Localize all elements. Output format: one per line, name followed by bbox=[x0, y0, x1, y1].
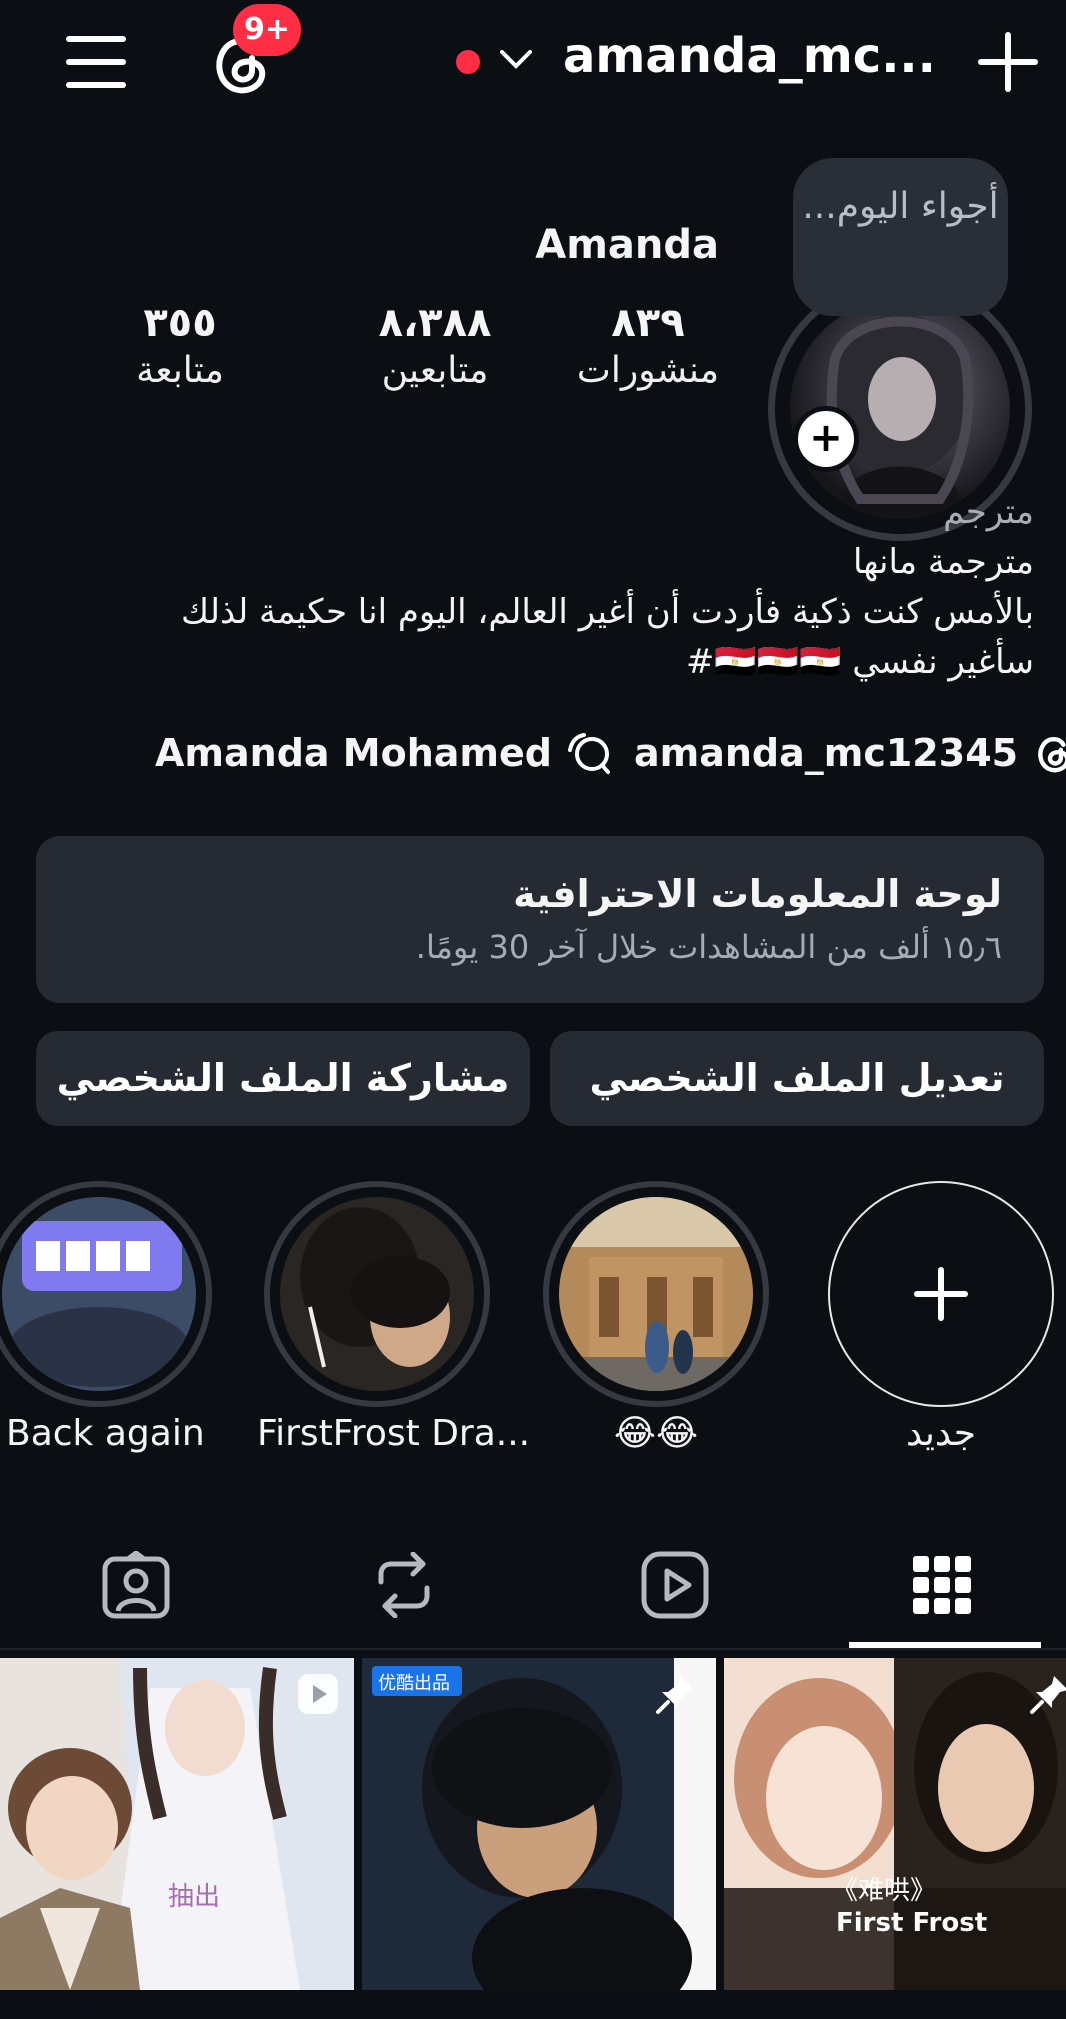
bottom-strip bbox=[0, 1990, 1066, 2019]
highlight-label: Back again bbox=[6, 1413, 205, 1454]
stat-following-count: ٣٥٥ bbox=[143, 300, 217, 346]
active-tab-indicator bbox=[849, 1642, 1041, 1648]
bio-line: مترجمة مانها bbox=[852, 542, 1034, 582]
stat-followers[interactable]: ٨،٣٨٨ متابعين bbox=[340, 300, 530, 396]
note-bubble[interactable]: أجواء اليوم... bbox=[793, 158, 1008, 316]
menu-icon[interactable] bbox=[64, 34, 128, 90]
highlight-label: FirstFrost Dra... bbox=[257, 1413, 531, 1454]
dashboard-subtitle: ١٥٫٦ ألف من المشاهدات خلال آخر 30 يومًا. bbox=[415, 928, 1002, 966]
stat-posts[interactable]: ٨٣٩ منشورات bbox=[568, 300, 728, 396]
post-thumbnail[interactable]: 抽出 bbox=[0, 1658, 354, 1990]
reposts-icon bbox=[373, 1552, 435, 1618]
account-username[interactable]: amanda_mc... bbox=[563, 28, 936, 84]
notification-badge: 9+ bbox=[233, 4, 301, 56]
stat-followers-label: متابعين bbox=[381, 350, 489, 391]
post-thumbnail[interactable]: 优酷出品 bbox=[362, 1658, 716, 1990]
highlight-item[interactable] bbox=[0, 1181, 212, 1407]
threads-icon bbox=[1032, 731, 1066, 775]
post-thumbnail[interactable]: 《难哄》 First Frost bbox=[724, 1658, 1066, 1990]
stat-posts-label: منشورات bbox=[576, 350, 720, 391]
post-caption: 优酷出品 bbox=[378, 1673, 450, 1694]
bio-line: بالأمس كنت ذكية فأردت أن أغير العالم، ال… bbox=[181, 592, 1034, 632]
live-status-dot bbox=[456, 50, 480, 74]
channel-icon bbox=[566, 730, 612, 776]
pin-icon bbox=[1028, 1672, 1066, 1716]
tab-divider bbox=[0, 1648, 1066, 1650]
post-caption: 抽出 bbox=[168, 1882, 221, 1912]
add-story-button[interactable]: + bbox=[793, 406, 859, 472]
highlight-item[interactable] bbox=[543, 1181, 769, 1407]
highlight-label: جديد bbox=[905, 1413, 977, 1454]
stat-following[interactable]: ٣٥٥ متابعة bbox=[120, 300, 240, 396]
threads-handle-link[interactable]: amanda_mc12345 bbox=[634, 731, 1018, 775]
tab-grid[interactable] bbox=[809, 1520, 1066, 1650]
plus-icon[interactable] bbox=[976, 30, 1040, 94]
top-bar: 9+ amanda_mc... bbox=[0, 0, 1066, 130]
share-profile-button[interactable]: مشاركة الملف الشخصي bbox=[36, 1031, 530, 1126]
tab-tagged[interactable] bbox=[3, 1520, 269, 1650]
stat-following-label: متابعة bbox=[136, 350, 224, 391]
channel-name-link[interactable]: Amanda Mohamed bbox=[155, 731, 552, 775]
stat-followers-count: ٨،٣٨٨ bbox=[378, 300, 492, 346]
post-caption: First Frost bbox=[836, 1908, 988, 1938]
grid-icon bbox=[913, 1556, 971, 1614]
bio-category: مترجم bbox=[943, 492, 1034, 532]
profile-display-name: Amanda bbox=[535, 222, 719, 268]
highlight-cover bbox=[559, 1197, 753, 1391]
bio-line: سأغير نفسي 🇪🇬🇪🇬🇪🇬# bbox=[685, 642, 1034, 682]
post-caption: 《难哄》 bbox=[832, 1876, 937, 1906]
reel-icon bbox=[296, 1672, 340, 1716]
tab-reposts[interactable] bbox=[271, 1520, 537, 1650]
tagged-icon bbox=[102, 1551, 170, 1619]
highlight-label: 😂😂 bbox=[613, 1413, 699, 1454]
new-highlight-button[interactable] bbox=[828, 1181, 1054, 1407]
tab-reels[interactable] bbox=[542, 1520, 808, 1650]
dashboard-title: لوحة المعلومات الاحترافية bbox=[513, 872, 1002, 916]
stat-posts-count: ٨٣٩ bbox=[611, 300, 685, 346]
professional-dashboard-card[interactable]: لوحة المعلومات الاحترافية ١٥٫٦ ألف من ال… bbox=[36, 836, 1044, 1003]
edit-profile-button[interactable]: تعديل الملف الشخصي bbox=[550, 1031, 1044, 1126]
highlight-cover bbox=[280, 1197, 474, 1391]
profile-tabs bbox=[0, 1520, 1066, 1650]
reels-icon bbox=[641, 1551, 709, 1619]
highlight-item[interactable] bbox=[264, 1181, 490, 1407]
profile-links: Amanda Mohamed amanda_mc12345 bbox=[155, 725, 1066, 781]
highlight-cover bbox=[2, 1197, 196, 1391]
pin-icon bbox=[654, 1672, 698, 1716]
chevron-down-icon[interactable] bbox=[498, 48, 534, 72]
